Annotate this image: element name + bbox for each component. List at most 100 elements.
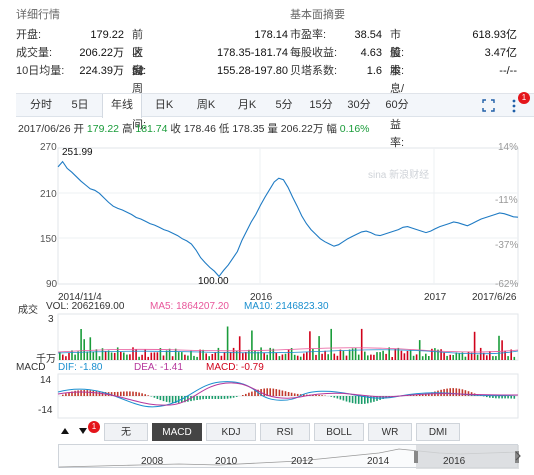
tab-year[interactable]: 年线 [102, 94, 142, 118]
triangle-down-icon[interactable] [78, 426, 88, 436]
tab-monthly-k[interactable]: 月K [229, 94, 265, 117]
macd-bar [357, 396, 360, 404]
chart-watermark: sina 新浪财经 [368, 168, 429, 181]
volume-bar [229, 352, 232, 360]
macd-bar [141, 393, 143, 396]
volume-bar [184, 354, 186, 360]
volume-bar [248, 349, 250, 360]
macd-bar [214, 396, 217, 399]
volume-bar [446, 355, 448, 360]
volume-bar [242, 353, 244, 360]
dividend-value: --/-- [499, 65, 517, 77]
navigator-year: 2016 [443, 456, 466, 467]
volume-bar [299, 356, 302, 360]
macd-bar [370, 396, 372, 403]
tab-5day[interactable]: 5日 [64, 94, 96, 117]
more-menu-icon[interactable] [511, 98, 517, 114]
range-value: 178.35-181.74 [217, 47, 288, 59]
macd-bar [348, 396, 351, 403]
macd-bar [171, 396, 174, 403]
indicator-tab-macd[interactable]: MACD [152, 423, 202, 441]
volume-bar [360, 328, 363, 360]
price-chart[interactable]: sina 新浪财经 270 210 150 90 14% -11% -37% -… [0, 140, 534, 305]
tab-60min[interactable]: 60分 [380, 94, 414, 117]
volume-bar [330, 328, 332, 360]
macd-bar [452, 388, 454, 396]
tab-daily-k[interactable]: 日K [146, 94, 182, 117]
navigator-year: 2010 [215, 456, 238, 467]
volume-bar [77, 351, 79, 360]
macd-bar [287, 392, 290, 396]
volume-bar [153, 352, 156, 360]
volume-bar [406, 351, 409, 360]
triangle-up-icon[interactable] [60, 426, 70, 436]
volume-bar [409, 349, 412, 360]
indicator-tab-rsi[interactable]: RSI [260, 423, 310, 441]
volume-bar [150, 352, 153, 360]
volume-bar [507, 356, 509, 360]
navigator-handle-left[interactable] [414, 451, 418, 463]
indicator-tab-boll[interactable]: BOLL [314, 423, 364, 441]
macd-bar [95, 391, 98, 396]
macd-bar [92, 390, 95, 396]
macd-bar [65, 393, 67, 396]
macd-bar [159, 396, 162, 401]
volume-bar [138, 356, 140, 360]
y-tick-label: 90 [46, 279, 58, 290]
volume-bar [342, 350, 345, 360]
52w-range-value: 155.28-197.80 [217, 65, 288, 77]
volume-bar [324, 350, 326, 360]
volume-bar [367, 355, 369, 360]
volume-bar [364, 351, 366, 360]
indicator-tab-kdj[interactable]: KDJ [206, 423, 256, 441]
indicator-tab-dmi[interactable]: DMI [416, 423, 460, 441]
volume-bar [376, 352, 378, 360]
volume-bar [123, 352, 125, 360]
market-cap-value: 618.93亿 [472, 29, 517, 41]
macd-bar [123, 391, 125, 396]
indicator-tab-wr[interactable]: WR [368, 423, 412, 441]
macd-bar [144, 394, 146, 396]
tab-15min[interactable]: 15分 [304, 94, 338, 117]
macd-bar [351, 396, 354, 404]
volume-bar [327, 354, 329, 360]
volume-bar [452, 355, 454, 360]
indicator-badge: 1 [88, 421, 100, 433]
volume-bar [492, 356, 494, 360]
macd-bar [126, 391, 128, 396]
macd-bar [333, 396, 336, 398]
macd-bar [290, 392, 293, 396]
volume-bar [486, 355, 488, 360]
tab-5min[interactable]: 5分 [268, 94, 300, 117]
macd-bar [217, 396, 220, 399]
volume-bar [287, 349, 290, 360]
quote-volume: 206.22万 [280, 123, 324, 135]
quote-low: 178.35 [232, 123, 265, 135]
range-navigator[interactable]: 2008 2010 2012 2014 2016 [58, 444, 519, 469]
pct-tick-label: -37% [495, 240, 519, 251]
volume-bar [315, 354, 317, 360]
fullscreen-icon[interactable] [482, 99, 495, 112]
macd-bar [486, 396, 488, 398]
macd-bar [208, 396, 210, 399]
volume-bar [89, 337, 92, 360]
indicator-tab-none[interactable]: 无 [104, 423, 148, 441]
chevron-right-icon[interactable] [514, 451, 522, 461]
volume-bar [168, 348, 171, 360]
volume-bar [348, 349, 351, 360]
navigator-selection[interactable] [416, 445, 519, 469]
macd-bar [345, 396, 348, 402]
tab-30min[interactable]: 30分 [342, 94, 376, 117]
pe-value: 38.54 [354, 29, 382, 41]
volume-bar [232, 347, 235, 360]
volume-bar [238, 336, 241, 360]
tab-weekly-k[interactable]: 周K [188, 94, 224, 117]
volume-bar [263, 353, 265, 360]
volume-bar [254, 350, 256, 360]
volume-bar [339, 349, 342, 360]
fund-row: 市盈率: 38.54 市值: 618.93亿 [290, 26, 517, 59]
tab-timeshare[interactable]: 分时 [22, 94, 60, 117]
macd-bar [418, 394, 421, 396]
macd-bar [147, 395, 149, 396]
notification-badge: 1 [518, 92, 530, 104]
